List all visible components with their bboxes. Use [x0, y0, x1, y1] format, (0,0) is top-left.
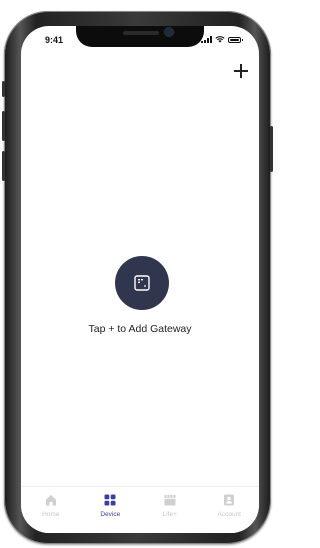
speaker	[123, 31, 159, 35]
tab-device[interactable]: Device	[81, 487, 141, 533]
add-gateway-button[interactable]	[233, 63, 249, 79]
gateway-icon-circle	[115, 256, 169, 310]
tab-bar: Home Device Life+ Account	[21, 486, 259, 533]
life-icon	[164, 495, 176, 506]
tab-life-label: Life+	[162, 511, 177, 518]
tab-account[interactable]: Account	[200, 487, 260, 533]
tab-account-label: Account	[217, 511, 242, 518]
status-icons	[201, 36, 243, 43]
empty-state-message: Tap + to Add Gateway	[88, 323, 192, 335]
phone-screen: 9:41 Tap + to Add Gateway Home Device Li…	[21, 26, 259, 533]
volume-down-button	[2, 151, 5, 181]
silent-switch	[2, 81, 5, 97]
power-button	[270, 126, 273, 172]
volume-up-button	[2, 111, 5, 141]
tab-home[interactable]: Home	[21, 487, 81, 533]
tab-device-label: Device	[100, 511, 121, 518]
tab-home-label: Home	[42, 511, 60, 518]
tab-life[interactable]: Life+	[140, 487, 200, 533]
front-camera	[165, 28, 173, 36]
signal-icon	[201, 36, 212, 43]
home-icon	[45, 495, 56, 506]
battery-icon	[228, 37, 243, 43]
wifi-icon	[215, 36, 225, 43]
notch	[76, 26, 204, 47]
account-icon	[224, 494, 235, 506]
gateway-icon	[134, 275, 150, 291]
status-time: 9:41	[45, 35, 64, 45]
device-grid-icon	[104, 494, 116, 506]
